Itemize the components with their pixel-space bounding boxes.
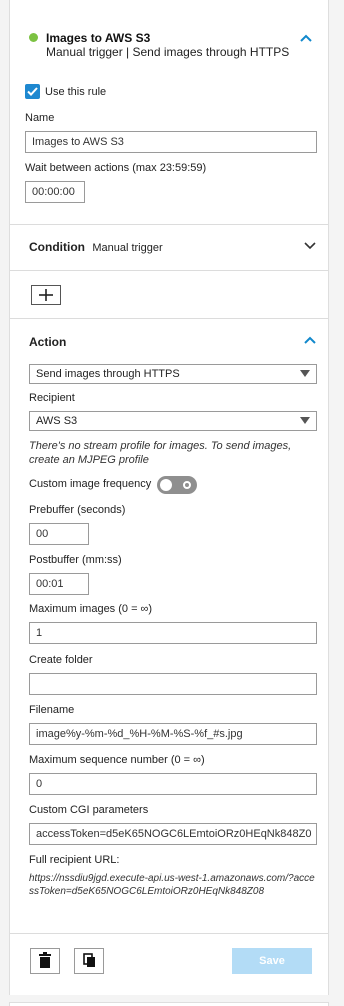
chevron-up-icon[interactable] — [300, 34, 312, 42]
recipient-label: Recipient — [29, 392, 75, 404]
divider — [10, 318, 328, 319]
cgi-label: Custom CGI parameters — [29, 804, 149, 816]
trash-icon — [39, 952, 51, 968]
wait-input[interactable]: 00:00:00 — [25, 181, 85, 203]
condition-header[interactable]: Condition Manual trigger — [29, 240, 163, 254]
name-input[interactable]: Images to AWS S3 — [25, 131, 317, 153]
plus-icon — [39, 289, 53, 301]
frequency-toggle[interactable] — [157, 476, 197, 494]
delete-button[interactable] — [30, 948, 60, 974]
copy-button[interactable] — [74, 948, 104, 974]
recipient-url: https://nssdiu9jgd.execute-api.us-west-1… — [29, 873, 315, 897]
postbuffer-input[interactable]: 00:01 — [29, 573, 89, 595]
recipient-select[interactable]: AWS S3 — [29, 411, 317, 431]
caret-down-icon — [300, 417, 310, 424]
chevron-down-icon[interactable] — [304, 242, 316, 250]
save-button[interactable]: Save — [232, 948, 312, 974]
max-seq-label: Maximum sequence number (0 = ∞) — [29, 754, 205, 766]
prebuffer-input[interactable]: 00 — [29, 523, 89, 545]
copy-icon — [83, 953, 95, 967]
action-title: Action — [29, 335, 67, 349]
max-images-label: Maximum images (0 = ∞) — [29, 603, 153, 615]
url-label: Full recipient URL: — [29, 854, 120, 866]
caret-down-icon — [300, 370, 310, 377]
use-rule-checkbox[interactable] — [25, 84, 40, 99]
cgi-input[interactable]: accessToken=d5eK65NOGC6LEmtoiORz0HEqNk84… — [29, 823, 317, 845]
max-images-input[interactable]: 1 — [29, 622, 317, 644]
divider — [10, 270, 328, 271]
checkmark-icon — [27, 87, 38, 96]
recipient-value: AWS S3 — [36, 415, 78, 427]
rule-panel: Images to AWS S3 Manual trigger | Send i… — [9, 0, 329, 995]
folder-label: Create folder — [29, 654, 93, 666]
filename-input[interactable]: image%y-%m-%d_%H-%M-%S-%f_#s.jpg — [29, 723, 317, 745]
use-rule-label: Use this rule — [45, 86, 107, 98]
prebuffer-label: Prebuffer (seconds) — [29, 504, 126, 516]
postbuffer-label: Postbuffer (mm:ss) — [29, 554, 122, 566]
name-label: Name — [25, 112, 55, 124]
chevron-up-icon[interactable] — [304, 336, 316, 344]
rule-title: Images to AWS S3 — [46, 31, 151, 45]
divider — [10, 933, 328, 934]
condition-title: Condition — [29, 240, 85, 254]
divider — [10, 224, 328, 225]
max-seq-input[interactable]: 0 — [29, 773, 317, 795]
folder-input[interactable] — [29, 673, 317, 695]
next-panel-edge — [9, 1002, 329, 1006]
condition-value: Manual trigger — [92, 242, 163, 254]
filename-label: Filename — [29, 704, 75, 716]
wait-label: Wait between actions (max 23:59:59) — [25, 162, 207, 174]
action-type-select[interactable]: Send images through HTTPS — [29, 364, 317, 384]
frequency-label: Custom image frequency — [29, 478, 152, 490]
action-type-value: Send images through HTTPS — [36, 368, 180, 380]
toggle-off-icon — [183, 481, 191, 489]
stream-profile-hint: There's no stream profile for images. To… — [29, 440, 292, 466]
status-indicator — [29, 33, 38, 42]
rule-subtitle: Manual trigger | Send images through HTT… — [46, 45, 290, 59]
toggle-knob — [160, 479, 172, 491]
add-condition-button[interactable] — [31, 285, 61, 305]
